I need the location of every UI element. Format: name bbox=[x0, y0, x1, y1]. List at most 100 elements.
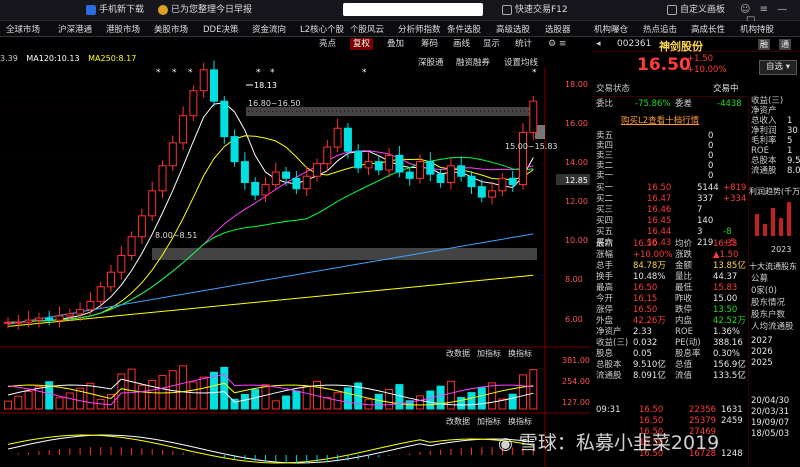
menu-hot-spot[interactable]: 热点追击 bbox=[643, 23, 677, 35]
candle-down bbox=[230, 136, 239, 163]
back-icon[interactable]: ◂ bbox=[596, 39, 601, 49]
ma10-line bbox=[8, 135, 534, 323]
minimize-icon[interactable]: — bbox=[777, 4, 787, 15]
candle-up bbox=[261, 184, 270, 196]
event-star-icon: * bbox=[188, 68, 193, 78]
custom-interface-button[interactable]: 自定义画板 bbox=[665, 3, 725, 17]
vol-tick-381: 381.00 bbox=[562, 356, 590, 365]
vol-add-indicator-button[interactable]: 加指标 bbox=[477, 348, 501, 358]
menu-institution[interactable]: 机构曝仓 bbox=[594, 23, 628, 35]
buy-level-change: +819 bbox=[723, 183, 747, 193]
holder-item: 股东户数 bbox=[751, 310, 786, 320]
user-icon[interactable]: ☺ bbox=[740, 4, 750, 15]
menu-institution-hold[interactable]: 机构持股 bbox=[740, 23, 774, 35]
range-label: 16.80~16.50 bbox=[248, 99, 301, 108]
high-label: 18.13 bbox=[254, 81, 277, 90]
candle-up bbox=[446, 165, 455, 183]
menu-dde[interactable]: DDE决策 bbox=[203, 23, 238, 35]
candle-up bbox=[519, 131, 527, 186]
low-label: 8.00~8.51 bbox=[155, 231, 197, 240]
menu-fund-flow[interactable]: 资金流向 bbox=[252, 23, 286, 35]
volume-bar-down bbox=[230, 398, 239, 410]
support-band bbox=[152, 248, 537, 260]
buy-level-label: 买一 bbox=[596, 183, 614, 193]
stock-header: ◂ 002361 神剑股份 融 通 bbox=[593, 37, 800, 53]
quote-label: 今开 bbox=[596, 294, 614, 304]
quote-value: 16.15 bbox=[633, 294, 658, 304]
side-info-panel: 收益(三) 净资产 总收入 1 净利润 30 毛利率 5 ROE 1 总股本 9.5 流通股 8.0 利润… bbox=[748, 96, 800, 467]
volume-bar-down bbox=[251, 389, 260, 410]
tick-count: 1248 bbox=[721, 449, 743, 459]
menu-icon[interactable]: ≡ bbox=[760, 4, 768, 15]
candle-down bbox=[251, 181, 260, 196]
menu-advanced-select[interactable]: 高级选股 bbox=[496, 23, 530, 35]
quote-value: 2.33 bbox=[633, 327, 652, 337]
volume-bar-up bbox=[271, 400, 280, 410]
menu-hk-connect[interactable]: 沪深港通 bbox=[58, 23, 92, 35]
candle-down bbox=[395, 154, 404, 173]
quote-label: 涨幅 bbox=[596, 250, 614, 260]
candle-down bbox=[426, 161, 435, 175]
candle-up bbox=[498, 177, 507, 192]
quote-label: 最新 bbox=[596, 239, 614, 249]
top-bar: 手机新下载 已为您整理今日早报 快速交易F12 自定义画板 ☺ ≡ — □ bbox=[0, 0, 800, 26]
event-star-icon: * bbox=[532, 68, 537, 78]
kline-chart[interactable]: * * * * * * * 18.13 16.80~16.50 15.00~15.83 8.… bbox=[0, 37, 590, 467]
fast-trade-button[interactable]: 快速交易F12 bbox=[500, 3, 568, 17]
volume-bar-up bbox=[519, 374, 527, 410]
quote-value: 42.52万 bbox=[713, 316, 746, 326]
notice-button[interactable]: 已为您整理今日早报 bbox=[156, 3, 252, 17]
menu-l2-core[interactable]: L2核心个股 bbox=[300, 23, 344, 35]
notice-label: 已为您整理今日早报 bbox=[171, 5, 253, 15]
watch-dropdown[interactable]: 自选 ▾ bbox=[759, 60, 797, 75]
report-date: 18/05/03 bbox=[751, 429, 790, 439]
menu-stock-picker[interactable]: 选股器 bbox=[545, 23, 571, 35]
volume-bar-down bbox=[240, 393, 249, 410]
menu-global-market[interactable]: 全球市场 bbox=[6, 23, 40, 35]
vol-change-indicator-button[interactable]: 换指标 bbox=[508, 348, 532, 358]
quote-label: 总值 bbox=[675, 360, 693, 370]
ratio-value: -75.86% bbox=[635, 99, 671, 109]
volume-bar-up bbox=[148, 379, 157, 410]
menu-us-market[interactable]: 美股市场 bbox=[154, 23, 188, 35]
candle-up bbox=[416, 161, 424, 179]
holders-label: 十大流通股东 bbox=[749, 262, 797, 271]
quote-label: 涨跌 bbox=[675, 250, 693, 260]
divider bbox=[593, 96, 748, 97]
macd-add-indicator-button[interactable]: 加指标 bbox=[477, 416, 501, 426]
buy-level-label: 买三 bbox=[596, 205, 614, 215]
volume-bar-down bbox=[457, 396, 466, 410]
volume-bar-up bbox=[416, 395, 424, 410]
candle-down bbox=[210, 69, 218, 102]
macd-modify-button[interactable]: 改数据 bbox=[446, 416, 470, 426]
macd-change-indicator-button[interactable]: 换指标 bbox=[508, 416, 532, 426]
volume-bar-down bbox=[343, 387, 352, 410]
menu-analyst-index[interactable]: 分析师指数 bbox=[398, 23, 441, 35]
menu-condition-select[interactable]: 条件选股 bbox=[447, 23, 481, 35]
volume-bar-down bbox=[220, 366, 229, 410]
diff-value: -4438 bbox=[717, 99, 742, 109]
candle-up bbox=[302, 175, 311, 190]
vol-modify-button[interactable]: 改数据 bbox=[446, 348, 470, 358]
l2-purchase-link[interactable]: 购买L2查看十档行情 bbox=[621, 116, 699, 127]
candle-up bbox=[34, 317, 43, 321]
margin-tag: 融 bbox=[758, 39, 770, 50]
candle-down bbox=[405, 171, 414, 179]
quote-value: 1.36% bbox=[713, 327, 741, 337]
candle-up bbox=[14, 321, 23, 324]
tick-time: 09:31 bbox=[596, 405, 621, 415]
event-star-icon: * bbox=[172, 68, 177, 78]
side-item-value: 8.0 bbox=[787, 166, 800, 176]
mobile-download-button[interactable]: 手机新下载 bbox=[84, 3, 144, 17]
quote-value: 16.50 bbox=[633, 283, 658, 293]
volume-bar-down bbox=[210, 371, 218, 410]
menu-stock-wind[interactable]: 个股风云 bbox=[350, 23, 384, 35]
candle-down bbox=[467, 175, 476, 188]
menu-hk-market[interactable]: 港股市场 bbox=[106, 23, 140, 35]
menu-high-growth[interactable]: 高成长性 bbox=[691, 23, 725, 35]
search-input[interactable] bbox=[343, 3, 483, 16]
holder-item: 人均流通股 bbox=[751, 322, 794, 332]
side-item-label: 流通股 bbox=[751, 166, 777, 176]
quote-value: 16.50 bbox=[633, 239, 658, 249]
quote-value: 10.48% bbox=[633, 272, 666, 282]
